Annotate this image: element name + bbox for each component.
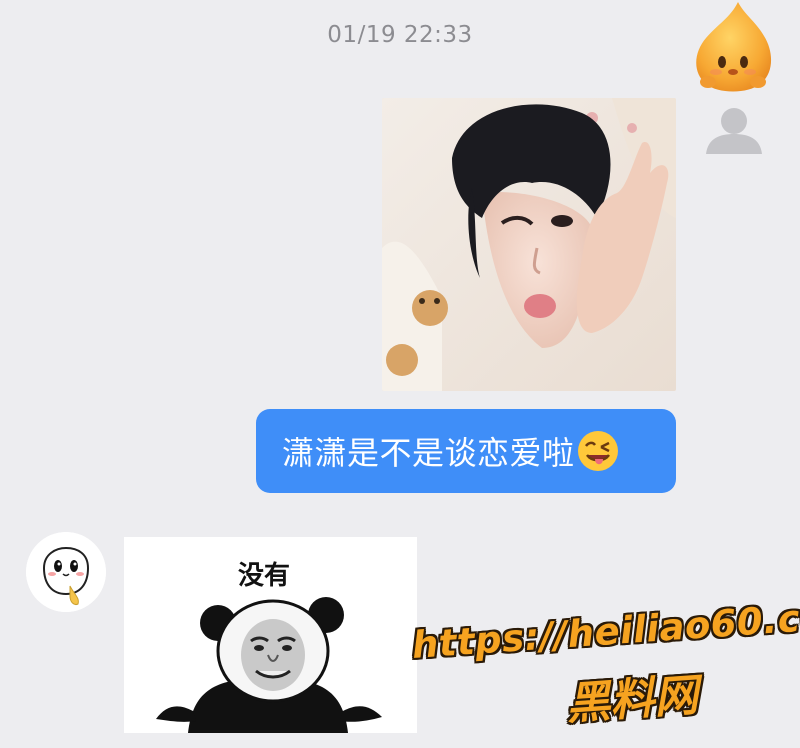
watermark-url: https://heiliao60.com <box>410 592 800 667</box>
message-timestamp: 01/19 22:33 <box>327 22 473 48</box>
yellow-blob-avatar-icon <box>696 2 772 92</box>
outgoing-message-text: 潇潇是不是谈恋爱啦 <box>282 434 575 472</box>
sent-photo[interactable] <box>382 98 676 391</box>
panda-meme-icon <box>156 597 382 733</box>
sticker-caption: 没有 <box>237 561 290 591</box>
received-sticker[interactable]: 没有 <box>124 537 417 733</box>
selfie-photo-image <box>382 98 676 391</box>
self-avatar[interactable] <box>686 0 782 96</box>
cute-blob-avatar-icon <box>26 532 106 612</box>
contact-avatar[interactable] <box>26 532 106 612</box>
outgoing-message-bubble[interactable]: 潇潇是不是谈恋爱啦 <box>256 409 676 493</box>
watermark-chinese: 黑料网 <box>564 669 700 730</box>
user-silhouette-icon <box>702 104 766 156</box>
winking-tongue-emoji-icon <box>577 430 619 472</box>
